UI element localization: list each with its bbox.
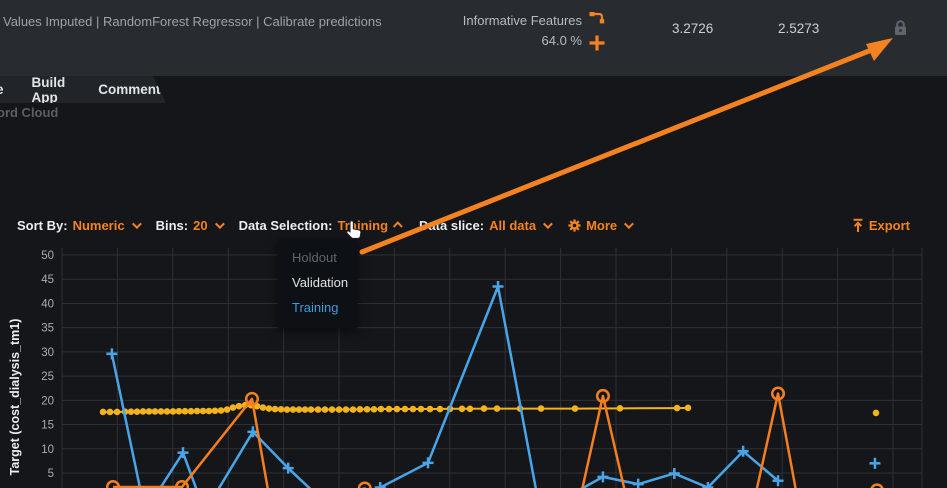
svg-text:40: 40 (41, 298, 54, 310)
y-axis-title: Target (cost_dialysis_tm1) (8, 319, 22, 476)
dropdown-item-training[interactable]: Training (278, 295, 357, 320)
chart-grid (62, 248, 922, 488)
svg-text:45: 45 (41, 274, 54, 286)
data-selection-dropdown: HoldoutValidationTraining (278, 239, 357, 328)
svg-text:10: 10 (41, 444, 54, 456)
dropdown-item-validation[interactable]: Validation (278, 270, 357, 295)
svg-text:35: 35 (41, 323, 54, 335)
y-axis-tick-labels: 5 10 15 20 25 30 35 40 45 50 (41, 250, 54, 480)
chart-series (100, 281, 883, 488)
svg-text:5: 5 (48, 468, 54, 480)
svg-text:15: 15 (41, 420, 54, 432)
dropdown-item-holdout[interactable]: Holdout (278, 245, 357, 270)
svg-text:30: 30 (41, 347, 54, 359)
svg-text:25: 25 (41, 371, 54, 383)
feature-effects-chart: 5 10 15 20 25 30 35 40 45 50 Target (cost_dialysis… (0, 0, 947, 488)
series-partial-dependence-yellow (100, 402, 880, 416)
svg-text:20: 20 (41, 395, 54, 407)
svg-text:50: 50 (41, 250, 54, 262)
